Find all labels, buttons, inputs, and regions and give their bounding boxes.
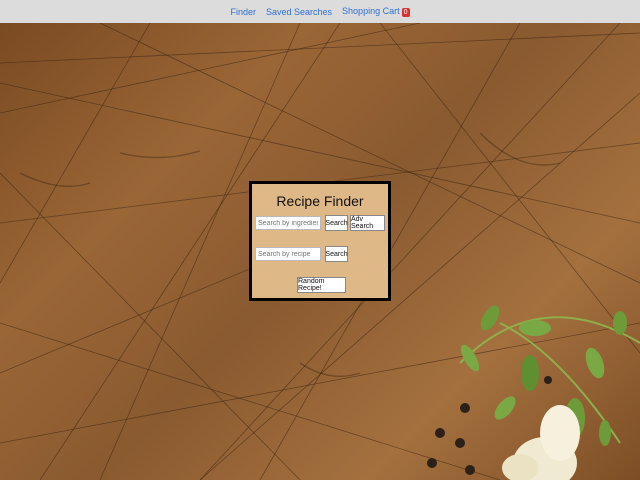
nav-link-saved-searches[interactable]: Saved Searches: [266, 7, 332, 17]
cart-count-badge: 0: [401, 8, 410, 17]
recipe-search-input[interactable]: [255, 247, 321, 261]
ingredient-search-button[interactable]: Search: [325, 215, 348, 231]
top-nav: Finder Saved Searches Shopping Cart 0: [0, 0, 640, 23]
random-recipe-button[interactable]: Random Recipe!: [297, 277, 346, 293]
panel-title: Recipe Finder: [276, 193, 364, 209]
recipe-search-button[interactable]: Search: [325, 246, 348, 262]
nav-link-shopping-cart-label: Shopping Cart: [342, 6, 400, 16]
recipe-finder-panel: Recipe Finder Search Adv Search Search R…: [249, 181, 391, 301]
ingredient-search-input[interactable]: [255, 216, 321, 230]
nav-link-finder[interactable]: Finder: [230, 7, 256, 17]
garlic-decoration: [502, 405, 580, 480]
adv-search-button[interactable]: Adv Search: [350, 215, 385, 231]
nav-link-shopping-cart[interactable]: Shopping Cart 0: [342, 6, 410, 17]
